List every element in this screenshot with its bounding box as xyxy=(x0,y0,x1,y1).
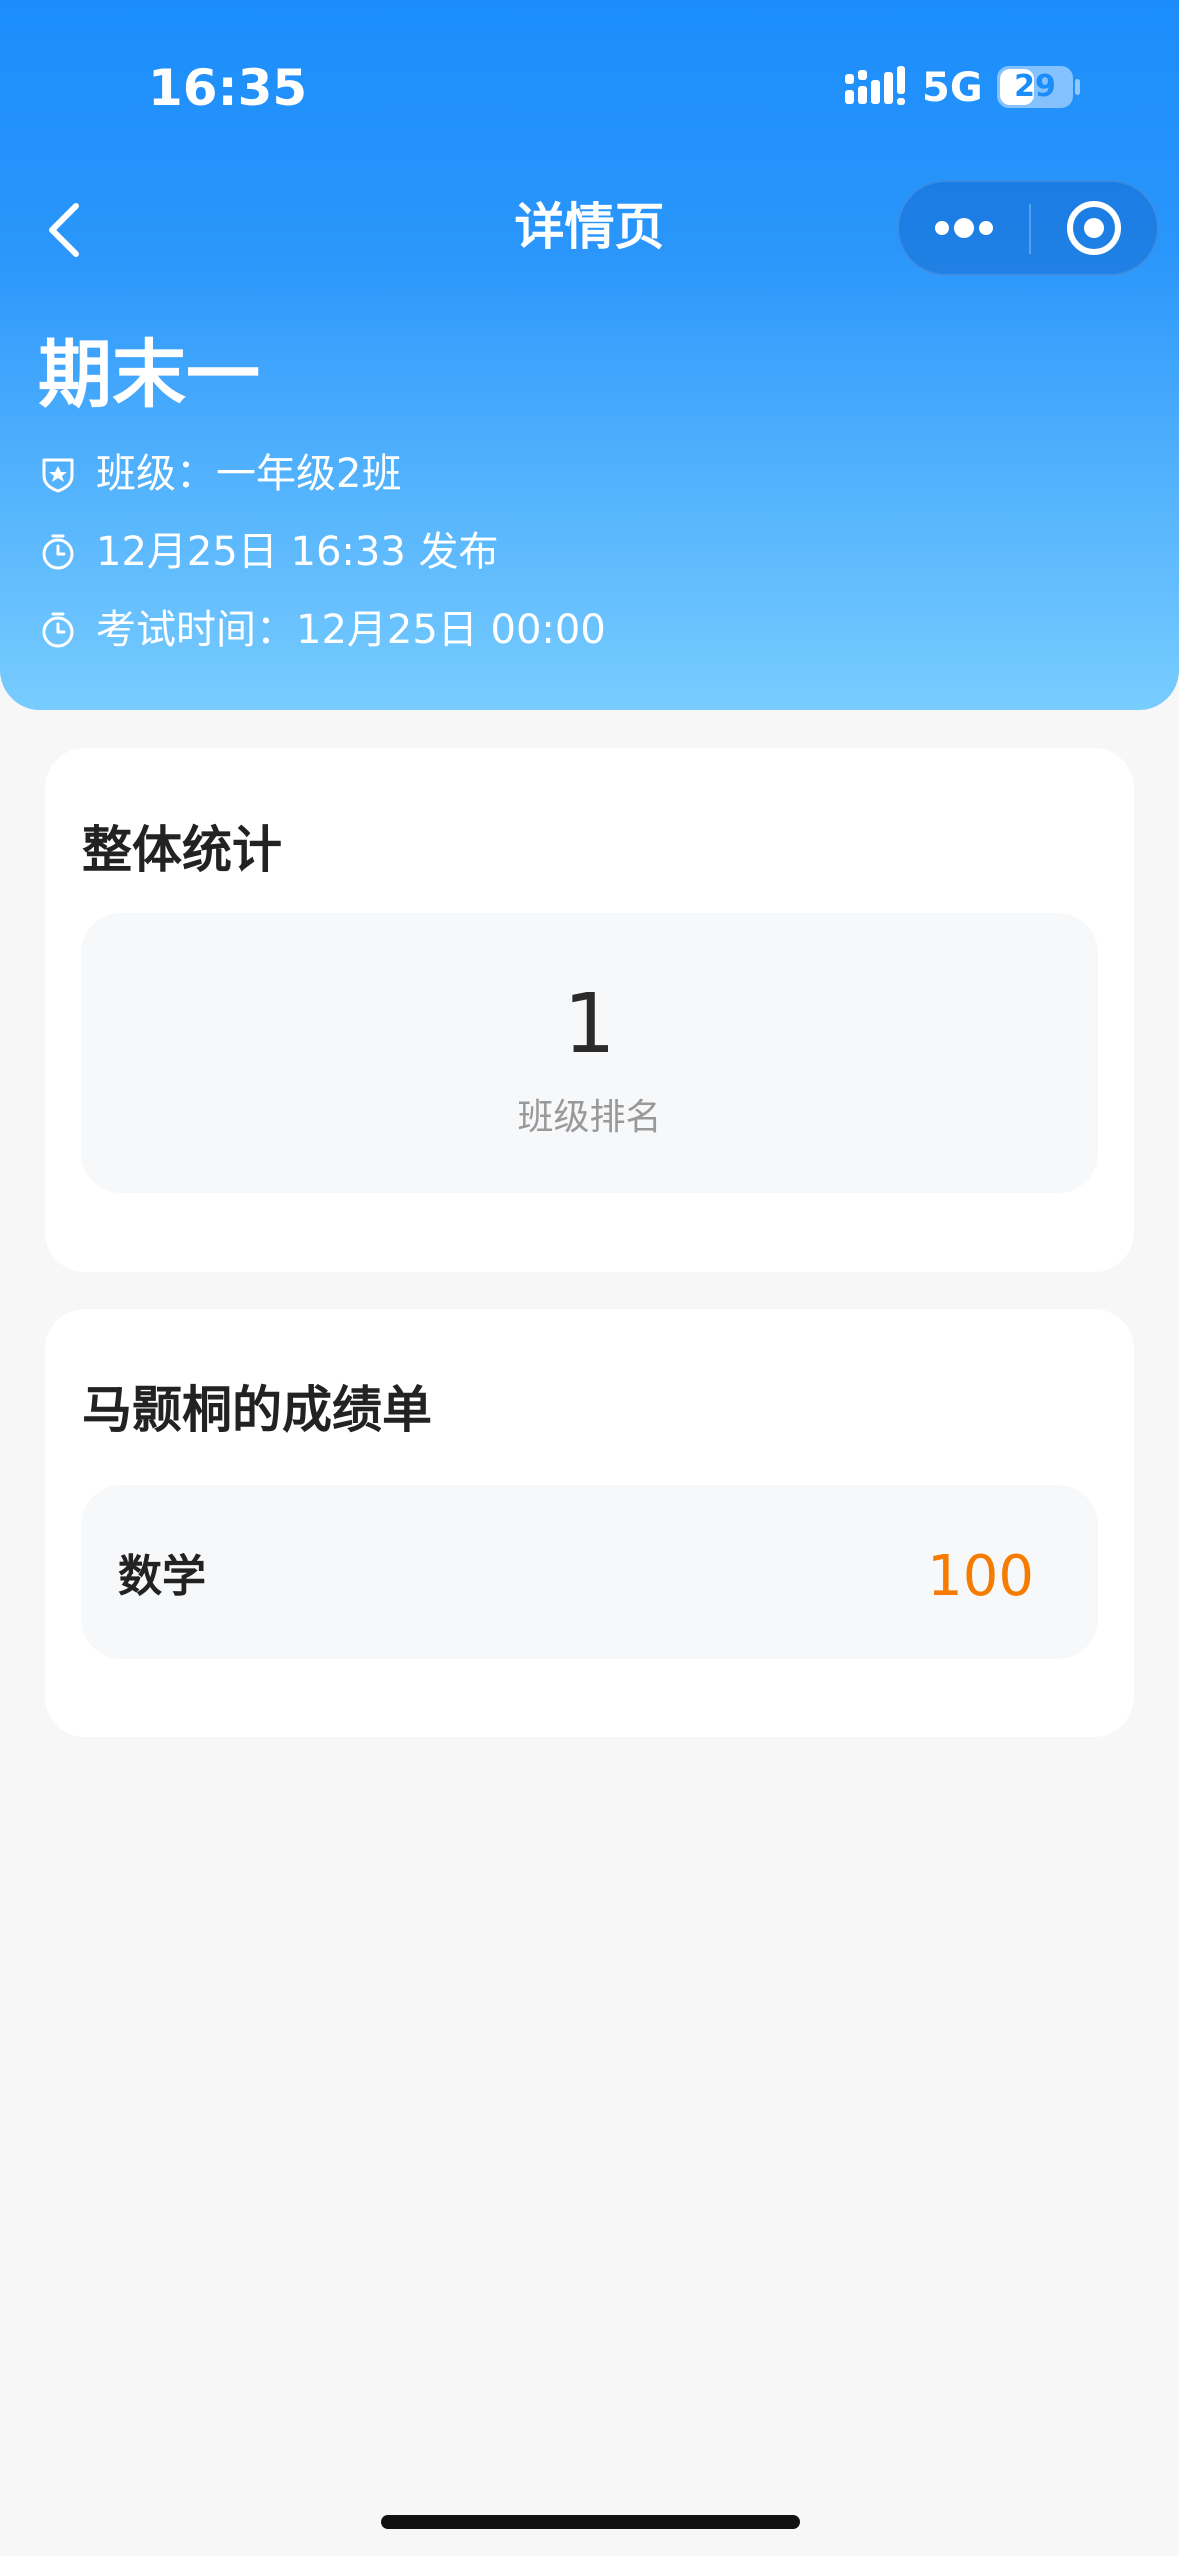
close-mini-program-button[interactable] xyxy=(1031,182,1157,274)
more-button[interactable] xyxy=(899,182,1029,274)
class-rank-value: 1 xyxy=(563,977,616,1072)
published-text: 12月25日 16:33 发布 xyxy=(96,529,499,575)
detail-page: 16:35 5G 29 详情页 期末一 班级：一年级2班 12月25日 16:3… xyxy=(0,0,1179,2556)
signal-bars-icon xyxy=(845,66,905,105)
subject-score: 100 xyxy=(927,1544,1034,1609)
more-dots-icon xyxy=(935,218,993,238)
published-info-row: 12月25日 16:33 发布 xyxy=(38,524,499,580)
badge-shield-icon xyxy=(42,458,74,493)
exam-title: 期末一 xyxy=(38,332,260,418)
report-card-title: 马颢桐的成绩单 xyxy=(82,1381,432,1439)
stats-card-title: 整体统计 xyxy=(82,821,282,879)
home-indicator xyxy=(381,2515,800,2529)
mini-program-capsule xyxy=(897,180,1159,276)
battery-level: 29 xyxy=(1014,69,1056,104)
stopwatch-icon xyxy=(42,612,74,648)
battery-icon: 29 xyxy=(997,66,1081,108)
status-time: 16:35 xyxy=(148,59,308,117)
class-info-row: 班级：一年级2班 xyxy=(38,446,401,502)
target-circle-icon xyxy=(1067,201,1121,255)
network-label: 5G xyxy=(922,65,983,111)
stopwatch-icon xyxy=(42,534,74,570)
exam-time-text: 考试时间：12月25日 00:00 xyxy=(96,607,606,653)
class-rank-label: 班级排名 xyxy=(517,1097,662,1138)
exam-time-info-row: 考试时间：12月25日 00:00 xyxy=(38,602,606,658)
class-text: 班级：一年级2班 xyxy=(96,451,402,497)
subject-name: 数学 xyxy=(118,1551,206,1602)
